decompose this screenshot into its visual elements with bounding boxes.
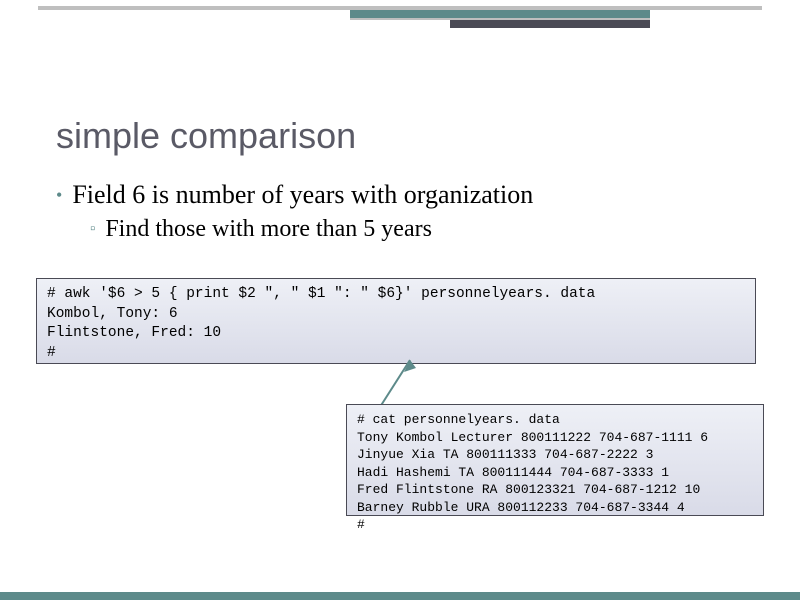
- codebox-top-line-3: #: [47, 345, 56, 361]
- codebox-bottom-line-4: Fred Flintstone RA 800123321 704-687-121…: [357, 482, 700, 497]
- slide-title: simple comparison: [56, 115, 356, 157]
- codebox-bottom-line-6: #: [357, 517, 365, 532]
- codebox-bottom-line-5: Barney Rubble URA 800112233 704-687-3344…: [357, 500, 685, 515]
- slide-body: • Field 6 is number of years with organi…: [56, 180, 744, 244]
- bottom-accent-bar: [0, 592, 800, 600]
- bullet-dot-icon: •: [56, 180, 62, 210]
- subbullet-1-text: Find those with more than 5 years: [105, 214, 432, 244]
- top-accent-dark: [450, 20, 650, 28]
- arrow-icon: [370, 352, 430, 412]
- bullet-1: • Field 6 is number of years with organi…: [56, 180, 744, 210]
- codebox-top-line-1: Kombol, Tony: 6: [47, 306, 178, 322]
- subbullet-1: ▫ Find those with more than 5 years: [90, 214, 744, 244]
- bullet-1-text: Field 6 is number of years with organiza…: [72, 180, 533, 210]
- codebox-top-line-0: # awk '$6 > 5 { print $2 ", " $1 ": " $6…: [47, 286, 595, 302]
- codebox-bottom-line-1: Tony Kombol Lecturer 800111222 704-687-1…: [357, 430, 708, 445]
- top-accent-teal: [350, 10, 650, 18]
- codebox-bottom-line-0: # cat personnelyears. data: [357, 412, 560, 427]
- codebox-bottom-line-2: Jinyue Xia TA 800111333 704-687-2222 3: [357, 447, 653, 462]
- codebox-bottom-line-3: Hadi Hashemi TA 800111444 704-687-3333 1: [357, 465, 669, 480]
- codebox-top-line-2: Flintstone, Fred: 10: [47, 325, 221, 341]
- slide: simple comparison • Field 6 is number of…: [0, 0, 800, 600]
- cat-data-codebox: # cat personnelyears. data Tony Kombol L…: [346, 404, 764, 516]
- subbullet-marker-icon: ▫: [90, 214, 95, 244]
